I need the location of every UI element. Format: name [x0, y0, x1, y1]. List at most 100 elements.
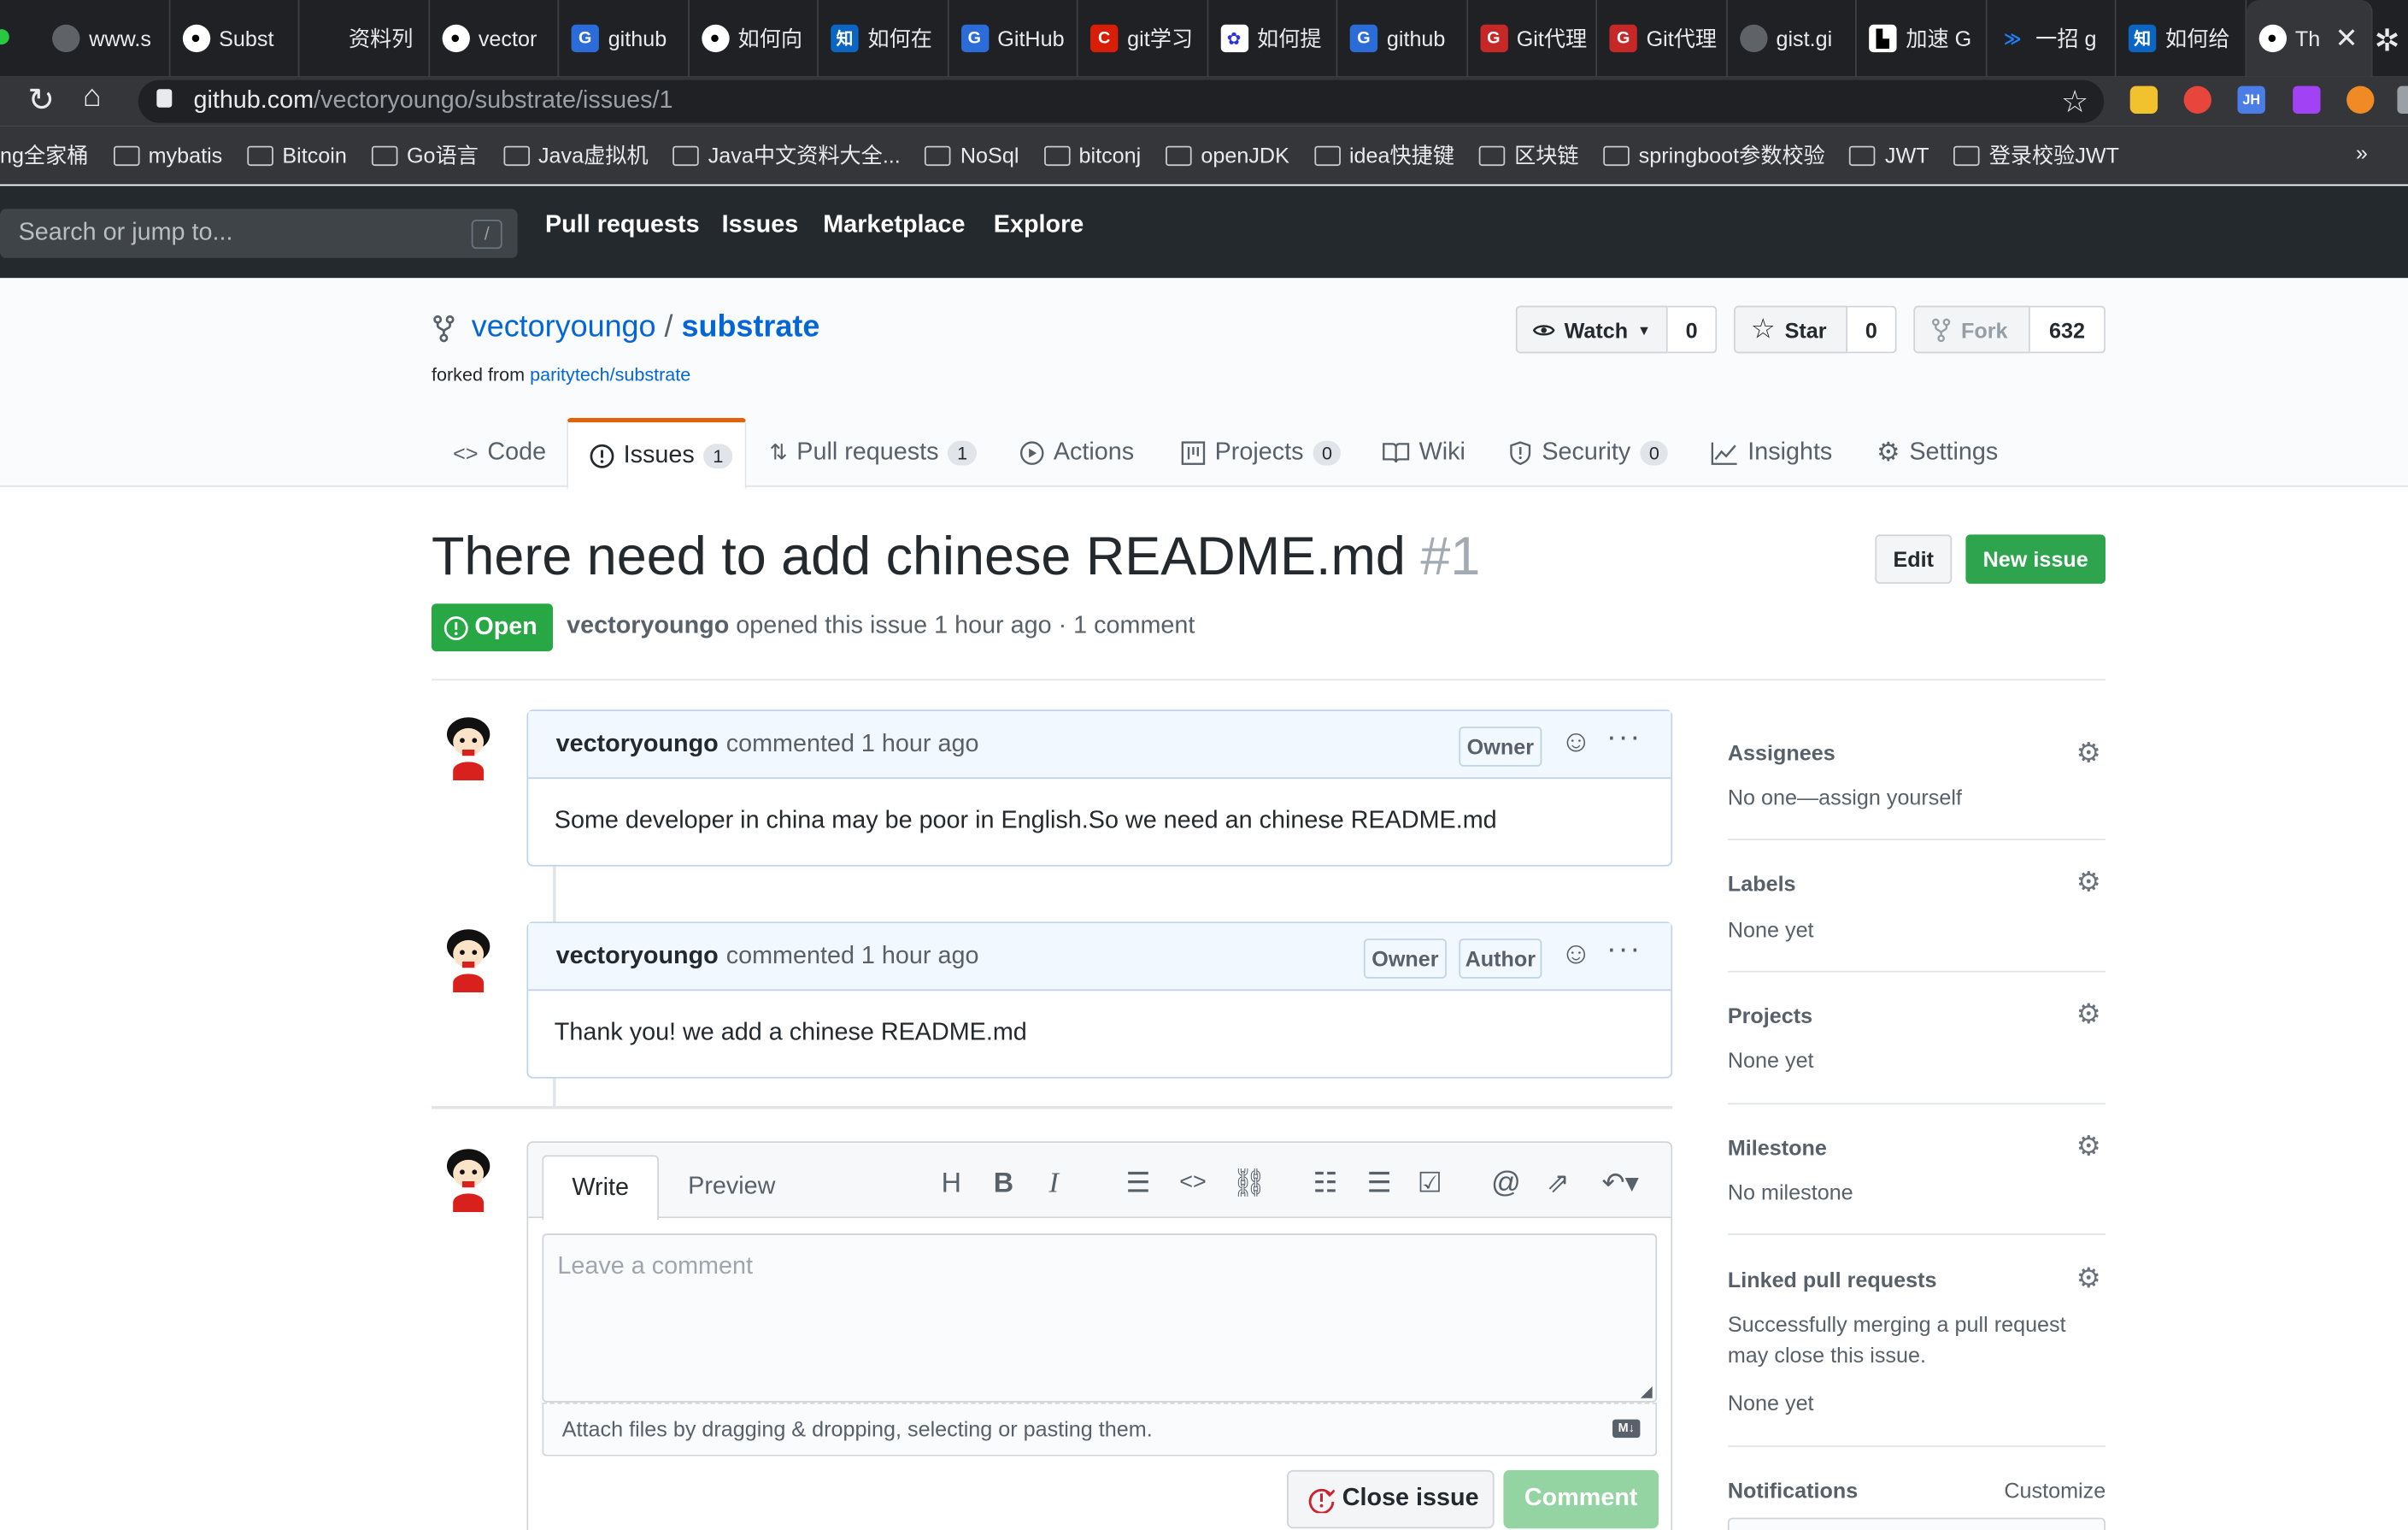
- markdown-icon[interactable]: M↓: [1612, 1419, 1641, 1439]
- forked-from-link[interactable]: paritytech/substrate: [530, 364, 690, 385]
- nav-issues[interactable]: Issues: [722, 212, 799, 239]
- resize-handle-icon[interactable]: ◢: [1641, 1384, 1653, 1401]
- comment-textarea[interactable]: Leave a comment ◢: [542, 1233, 1658, 1403]
- bold-icon[interactable]: B: [994, 1168, 1025, 1198]
- avatar[interactable]: [435, 709, 502, 783]
- tab-close-icon[interactable]: ✕: [2335, 22, 2358, 55]
- comment-author-link[interactable]: vectoryoungo: [556, 731, 719, 758]
- gear-icon[interactable]: ⚙: [2076, 1131, 2104, 1162]
- more-options-icon[interactable]: ···: [1606, 933, 1642, 968]
- watch-button[interactable]: Watch ▼: [1515, 305, 1668, 354]
- home-icon[interactable]: ⌂: [83, 79, 102, 115]
- browser-tab[interactable]: ▙ 加速 G: [1857, 0, 1987, 77]
- nav-marketplace[interactable]: Marketplace: [823, 212, 965, 239]
- edit-button[interactable]: Edit: [1875, 534, 1953, 584]
- browser-tab[interactable]: 知如何在: [819, 0, 949, 77]
- nav-explore[interactable]: Explore: [994, 212, 1084, 239]
- bookmark-folder[interactable]: Bitcoin: [247, 143, 347, 168]
- saved-reply-icon[interactable]: ↶▾: [1601, 1168, 1653, 1198]
- gear-icon[interactable]: ⚙: [2076, 998, 2104, 1029]
- browser-tab[interactable]: 知如何给: [2117, 0, 2246, 77]
- preview-tab[interactable]: Preview: [688, 1174, 775, 1201]
- browser-tab[interactable]: Cgit学习: [1078, 0, 1208, 77]
- avatar[interactable]: [435, 921, 502, 995]
- browser-tab[interactable]: G Git代理: [1597, 0, 1727, 77]
- tab-actions[interactable]: Actions: [1019, 418, 1134, 487]
- bookmark-folder[interactable]: NoSql: [925, 143, 1019, 168]
- bookmark-folder[interactable]: 区块链: [1478, 140, 1579, 171]
- tab-insights[interactable]: Insights: [1711, 418, 1832, 487]
- bookmark-folder[interactable]: Java虚拟机: [502, 140, 649, 171]
- extension-icon[interactable]: [2346, 85, 2375, 114]
- emoji-reaction-icon[interactable]: ☺: [1560, 725, 1592, 760]
- notifications-customize-link[interactable]: Customize: [2004, 1478, 2106, 1503]
- browser-tab[interactable]: G Git代理: [1467, 0, 1598, 77]
- quote-icon[interactable]: ☰: [1125, 1168, 1156, 1198]
- fork-button[interactable]: Fork: [1913, 305, 2030, 354]
- browser-tab-active[interactable]: ● Th ✕: [2246, 0, 2372, 77]
- heading-icon[interactable]: H: [942, 1168, 972, 1198]
- tab-code[interactable]: <> Code: [453, 418, 546, 487]
- browser-tab[interactable]: ● Subst: [170, 0, 300, 77]
- browser-tab[interactable]: ● vector: [429, 0, 560, 77]
- bookmark-folder[interactable]: openJDK: [1166, 143, 1289, 168]
- extension-icon[interactable]: JH: [2237, 85, 2265, 114]
- browser-tab[interactable]: www.s: [40, 0, 170, 77]
- url-field[interactable]: github.com/vectoryoungo/substrate/issues…: [138, 79, 2105, 123]
- numbered-list-icon[interactable]: ☰: [1367, 1168, 1398, 1198]
- browser-tab[interactable]: Ggithub: [559, 0, 690, 77]
- bookmark-folder[interactable]: JWT: [1849, 143, 1929, 168]
- bookmark-folder[interactable]: springboot参数校验: [1603, 140, 1825, 171]
- close-issue-button[interactable]: Close issue: [1287, 1469, 1495, 1529]
- fork-count[interactable]: 632: [2029, 305, 2106, 354]
- star-button[interactable]: ☆ Star: [1734, 305, 1848, 354]
- bookmark-folder[interactable]: mybatis: [113, 143, 222, 168]
- write-tab[interactable]: Write: [542, 1155, 659, 1220]
- browser-tab[interactable]: gist.gi: [1727, 0, 1857, 77]
- bookmark-folder[interactable]: Java中文资料大全...: [672, 140, 901, 171]
- extension-icon[interactable]: [2293, 85, 2321, 114]
- repo-owner-link[interactable]: vectoryoungo: [472, 310, 656, 344]
- nav-pull-requests[interactable]: Pull requests: [545, 212, 700, 239]
- star-count[interactable]: 0: [1847, 305, 1897, 354]
- bulleted-list-icon[interactable]: ☷: [1313, 1168, 1344, 1198]
- gear-icon[interactable]: ⚙: [2076, 867, 2104, 897]
- repo-name-link[interactable]: substrate: [682, 310, 820, 344]
- comment-timestamp[interactable]: commented 1 hour ago: [726, 943, 979, 970]
- comment-timestamp[interactable]: commented 1 hour ago: [726, 731, 979, 758]
- settings-icon[interactable]: ✲: [2374, 21, 2399, 60]
- tab-pull-requests[interactable]: ⇅ Pull requests 1: [769, 418, 977, 487]
- bookmarks-overflow-button[interactable]: »: [2356, 140, 2368, 165]
- link-icon[interactable]: ⛓: [1231, 1168, 1266, 1198]
- gear-icon[interactable]: ⚙: [2076, 1262, 2104, 1293]
- watch-count[interactable]: 0: [1667, 305, 1718, 354]
- tab-projects[interactable]: Projects 0: [1181, 418, 1342, 487]
- search-input[interactable]: Search or jump to... /: [0, 209, 518, 258]
- bookmark-item[interactable]: ng全家桶: [0, 140, 88, 171]
- sidebar-assignees-value[interactable]: No one—assign yourself: [1728, 785, 1962, 809]
- mention-icon[interactable]: @: [1491, 1168, 1522, 1200]
- bookmark-folder[interactable]: bitconj: [1043, 143, 1141, 168]
- code-icon[interactable]: <>: [1179, 1169, 1210, 1200]
- window-control-icon[interactable]: [0, 29, 9, 45]
- extension-icon[interactable]: [2397, 85, 2408, 114]
- emoji-reaction-icon[interactable]: ☺: [1560, 937, 1592, 972]
- bookmark-folder[interactable]: idea快捷键: [1313, 140, 1454, 171]
- task-list-icon[interactable]: ☑: [1418, 1168, 1448, 1198]
- tab-security[interactable]: Security 0: [1508, 418, 1669, 487]
- attach-area[interactable]: Attach files by dragging & dropping, sel…: [542, 1402, 1658, 1456]
- issue-author-link[interactable]: vectoryoungo: [567, 613, 729, 639]
- bookmark-folder[interactable]: Go语言: [371, 140, 479, 171]
- bookmark-star-icon[interactable]: ☆: [2061, 83, 2088, 121]
- browser-tab[interactable]: ✿ 如何提: [1207, 0, 1338, 77]
- tab-issues[interactable]: Issues 1: [567, 417, 747, 489]
- browser-tab[interactable]: ● 如何向: [689, 0, 819, 77]
- italic-icon[interactable]: I: [1048, 1168, 1079, 1200]
- tab-settings[interactable]: ⚙ Settings: [1876, 418, 1998, 487]
- extension-icon[interactable]: [2183, 85, 2211, 114]
- notifications-button[interactable]: [1727, 1517, 2106, 1530]
- comment-submit-button[interactable]: Comment: [1503, 1469, 1659, 1529]
- more-options-icon[interactable]: ···: [1606, 721, 1642, 756]
- reload-icon[interactable]: ↻: [27, 81, 55, 120]
- bookmark-folder[interactable]: 登录校验JWT: [1953, 140, 2119, 171]
